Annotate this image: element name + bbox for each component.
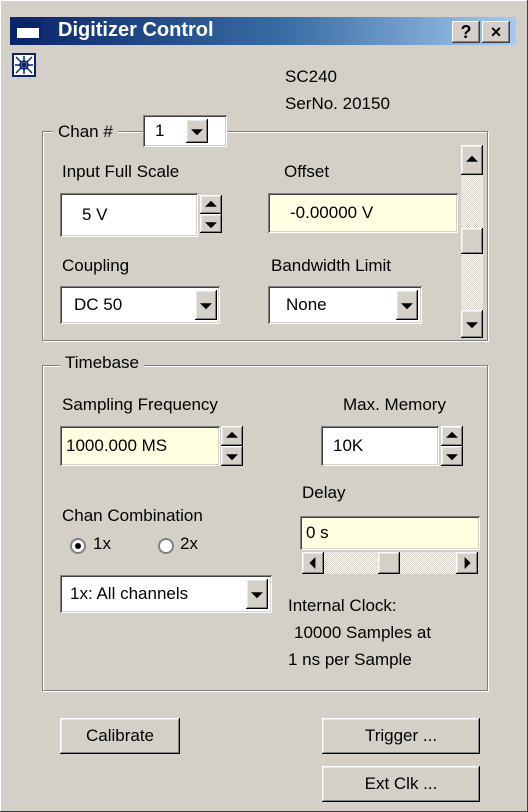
arrow-up-icon xyxy=(205,200,217,207)
arrow-down-icon xyxy=(466,322,478,329)
sampling-frequency-spinner[interactable] xyxy=(221,426,243,466)
sampling-frequency-field[interactable]: 1000.000 MS xyxy=(60,426,220,466)
chevron-down-icon xyxy=(200,303,212,310)
scroll-up-button[interactable] xyxy=(461,145,483,175)
radio-2x[interactable] xyxy=(158,538,174,554)
arrow-down-icon xyxy=(446,454,458,461)
clock-info-line2: 10000 Samples at xyxy=(294,623,432,642)
channel-select[interactable]: 1 xyxy=(143,115,227,147)
clock-info-line1: Internal Clock: xyxy=(288,596,397,615)
max-memory-field[interactable]: 10K xyxy=(321,426,439,466)
scroll-down-button[interactable] xyxy=(461,310,483,338)
bandwidth-limit-label: Bandwidth Limit xyxy=(271,256,392,275)
scroll-left-button[interactable] xyxy=(302,552,324,574)
clock-info-line3: 1 ns per Sample xyxy=(288,650,412,669)
radio-1x-label: 1x xyxy=(93,534,111,553)
calibrate-button[interactable]: Calibrate xyxy=(60,718,180,754)
digitizer-control-window: Digitizer Control ? × SC240 SerNo. 20150… xyxy=(0,0,528,812)
radio-2x-label: 2x xyxy=(180,534,198,553)
input-full-scale-field[interactable]: 5 V xyxy=(60,193,198,237)
trigger-button[interactable]: Trigger ... xyxy=(322,718,480,754)
close-button[interactable]: × xyxy=(482,21,510,43)
delay-scroll-thumb[interactable] xyxy=(378,552,400,574)
arrow-up-icon xyxy=(226,431,238,438)
spin-up-button[interactable] xyxy=(221,426,243,446)
bandwidth-dropdown-button[interactable] xyxy=(396,290,418,320)
spin-up-button[interactable] xyxy=(200,195,222,214)
spin-down-button[interactable] xyxy=(200,214,222,233)
channel-dropdown-button[interactable] xyxy=(186,119,208,143)
device-serial: SerNo. 20150 xyxy=(285,94,390,113)
spin-down-button[interactable] xyxy=(221,446,243,466)
delay-field[interactable]: 0 s xyxy=(300,516,480,550)
timebase-legend: Timebase xyxy=(60,353,145,373)
digitizer-icon xyxy=(12,53,36,77)
input-full-scale-label: Input Full Scale xyxy=(62,162,180,181)
scroll-right-button[interactable] xyxy=(456,552,478,574)
arrow-right-icon xyxy=(464,557,471,569)
chan-combination-label: Chan Combination xyxy=(62,506,203,525)
coupling-dropdown-button[interactable] xyxy=(195,290,217,320)
chevron-down-icon xyxy=(251,592,263,599)
offset-label: Offset xyxy=(284,162,330,181)
spin-up-button[interactable] xyxy=(441,426,463,446)
arrow-down-icon xyxy=(226,454,238,461)
arrow-up-icon xyxy=(466,155,478,162)
scrollbar-thumb[interactable] xyxy=(461,228,483,254)
arrow-down-icon xyxy=(205,221,217,228)
channel-legend: Chan # xyxy=(53,122,118,142)
window-title: Digitizer Control xyxy=(58,19,214,41)
max-memory-spinner[interactable] xyxy=(441,426,463,466)
ext-clk-button[interactable]: Ext Clk ... xyxy=(322,766,480,802)
spin-down-button[interactable] xyxy=(441,446,463,466)
delay-label: Delay xyxy=(302,483,346,502)
radio-1x[interactable] xyxy=(70,538,86,554)
offset-field[interactable]: -0.00000 V xyxy=(268,193,458,233)
chan-combination-dropdown-button[interactable] xyxy=(246,579,268,609)
chevron-down-icon xyxy=(401,303,413,310)
sampling-frequency-label: Sampling Frequency xyxy=(62,395,218,414)
arrow-up-icon xyxy=(446,431,458,438)
chevron-down-icon xyxy=(191,129,203,136)
help-button[interactable]: ? xyxy=(452,21,480,43)
chan-combination-select[interactable]: 1x: All channels xyxy=(60,575,272,613)
device-model: SC240 xyxy=(285,67,337,86)
arrow-left-icon xyxy=(309,557,316,569)
max-memory-label: Max. Memory xyxy=(343,395,446,414)
window-icon xyxy=(15,22,41,40)
coupling-label: Coupling xyxy=(62,256,130,275)
input-full-scale-spinner[interactable] xyxy=(200,195,222,233)
